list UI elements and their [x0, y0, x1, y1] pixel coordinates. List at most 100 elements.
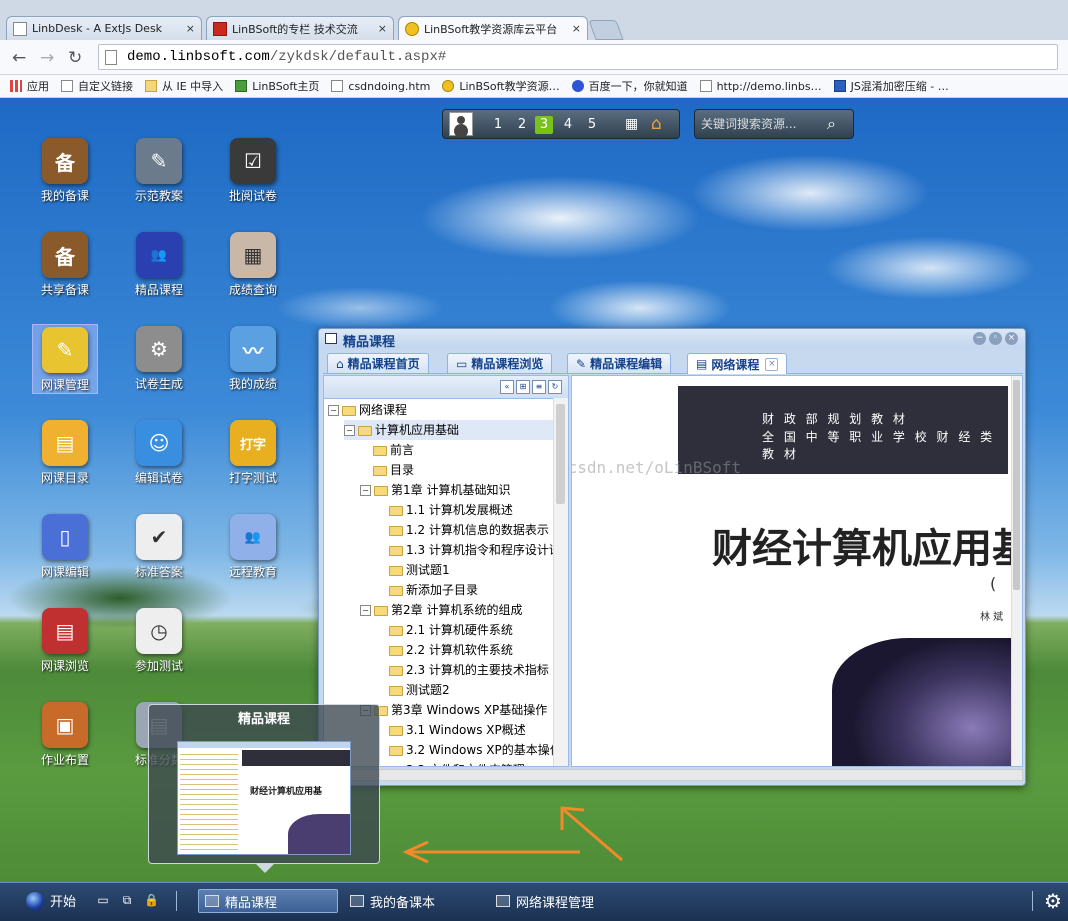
close-icon[interactable]: × — [1005, 332, 1018, 345]
tree-node[interactable]: 3.2 Windows XP的基本操作 — [376, 740, 562, 760]
tree-node[interactable]: − 第2章 计算机系统的组成 — [360, 600, 522, 620]
desktop-icon[interactable]: ▤ 网课浏览 — [32, 606, 98, 674]
tree-node[interactable]: − 网络课程 — [328, 400, 407, 420]
taskbar-preview[interactable]: 精品课程 财经计算机应用基 — [148, 704, 380, 873]
close-icon[interactable]: × — [572, 22, 581, 35]
bookmark-item[interactable]: JS混淆加密压缩 - … — [833, 78, 949, 94]
tree-node[interactable]: −第3章 Windows XP基础操作 — [360, 700, 547, 720]
bookmark-item[interactable]: 百度一下，你就知道 — [571, 78, 688, 94]
page-button-current[interactable]: 3 — [535, 116, 553, 134]
page-button[interactable]: 1 — [489, 116, 507, 134]
collapse-toggle-icon[interactable]: − — [360, 485, 371, 496]
doc-scrollbar[interactable] — [1011, 376, 1022, 766]
tree-node[interactable]: 2.3 计算机的主要技术指标 — [376, 660, 549, 680]
tree-node[interactable]: 测试题1 — [376, 560, 450, 580]
browser-tab-active[interactable]: LinBSoft教学资源库云平台 × — [398, 16, 588, 40]
lock-icon[interactable]: 🔒 — [144, 893, 159, 907]
scroll-thumb[interactable] — [1013, 380, 1020, 590]
tree-node[interactable]: 目录 — [360, 460, 414, 480]
collapse-toggle-icon[interactable]: − — [344, 425, 355, 436]
forward-arrow-icon[interactable]: → — [40, 48, 54, 68]
collapse-all-icon[interactable]: « — [500, 380, 514, 394]
desktop-icon[interactable]: ✎ 示范教案 — [126, 136, 192, 204]
home-icon[interactable]: ⌂ — [651, 114, 662, 134]
window-hscrollbar[interactable] — [323, 769, 1023, 781]
desktop-icon[interactable]: ✔ 标准答案 — [126, 512, 192, 580]
tree-node[interactable]: 前言 — [360, 440, 414, 460]
tab-course-browse[interactable]: ▭ 精品课程浏览 — [447, 353, 553, 373]
tree-node[interactable]: − 第1章 计算机基础知识 — [360, 480, 510, 500]
collapse-toggle-icon[interactable]: − — [360, 605, 371, 616]
gear-icon[interactable]: ⚙ — [1044, 889, 1062, 913]
tree-node[interactable]: 3.1 Windows XP概述 — [376, 720, 526, 740]
restore-icon[interactable]: ◦ — [989, 332, 1002, 345]
minimize-icon[interactable]: − — [973, 332, 986, 345]
page-button[interactable]: 5 — [583, 116, 601, 134]
list-icon[interactable]: ≡ — [532, 380, 546, 394]
desktop-icon[interactable]: ⚙ 试卷生成 — [126, 324, 192, 392]
task-lesson-notes[interactable]: 我的备课本 — [344, 889, 484, 913]
bookmark-item[interactable]: 自定义链接 — [61, 78, 133, 94]
close-icon[interactable]: × — [378, 22, 387, 35]
desktop-icon[interactable]: ✎ 网课管理 — [32, 324, 98, 394]
preview-thumbnail[interactable]: 财经计算机应用基 — [177, 741, 351, 855]
desktop-icon[interactable]: ☺ 编辑试卷 — [126, 418, 192, 486]
desktop-icon[interactable]: ▣ 作业布置 — [32, 700, 98, 768]
desktop-icon[interactable]: ◷ 参加测试 — [126, 606, 192, 674]
grid-view-icon[interactable]: ▦ — [625, 116, 638, 132]
windows-icon[interactable]: ⧉ — [120, 893, 134, 907]
start-button[interactable]: 开始 — [26, 891, 76, 910]
bookmark-item[interactable]: LinBSoft教学资源… — [442, 78, 560, 94]
bookmark-item[interactable]: 从 IE 中导入 — [145, 78, 223, 94]
tab-online-course[interactable]: ▤ 网络课程 × — [687, 353, 788, 374]
tree-node[interactable]: 1.3 计算机指令和程序设计语 — [376, 540, 561, 560]
close-icon[interactable]: × — [765, 357, 779, 371]
bookmark-item[interactable]: http://demo.linbs… — [699, 80, 822, 93]
desktop-icon[interactable]: 〰我的成绩 — [220, 324, 286, 392]
close-icon[interactable]: × — [186, 22, 195, 35]
task-online-course-manage[interactable]: 网络课程管理 — [490, 889, 640, 913]
tab-course-edit[interactable]: ✎ 精品课程编辑 — [567, 353, 672, 373]
desktop-icon[interactable]: 备共享备课 — [32, 230, 98, 298]
collapse-toggle-icon[interactable]: − — [328, 405, 339, 416]
desktop-icon[interactable]: ▦ 成绩查询 — [220, 230, 286, 298]
tree-node[interactable]: 测试题2 — [376, 680, 450, 700]
desktop-icon[interactable]: 👥 精品课程 — [126, 230, 192, 298]
task-course[interactable]: 精品课程 — [198, 889, 338, 913]
tree-node[interactable]: − 计算机应用基础 — [344, 420, 554, 440]
desktop-icon[interactable]: 备我的备课 — [32, 136, 98, 204]
tree-node[interactable]: 2.1 计算机硬件系统 — [376, 620, 513, 640]
tab-course-home[interactable]: ⌂ 精品课程首页 — [327, 353, 429, 373]
search-input[interactable]: 关键词搜索资源... — [701, 114, 823, 134]
refresh-icon[interactable]: ↻ — [548, 380, 562, 394]
bookmark-item[interactable]: 应用 — [10, 78, 49, 94]
tree-node[interactable]: 3.3 文件和文件夹管理 — [376, 760, 525, 766]
folder-icon — [374, 485, 388, 496]
bookmark-item[interactable]: LinBSoft主页 — [235, 78, 319, 94]
address-bar[interactable]: demo.linbsoft.com/zykdsk/default.aspx# — [98, 44, 1058, 70]
desktop-icon[interactable]: ▯ 网课编辑 — [32, 512, 98, 580]
desktop-icon[interactable]: ☑ 批阅试卷 — [220, 136, 286, 204]
desktop-icon[interactable]: 👥 远程教育 — [220, 512, 286, 580]
tree-node[interactable]: 1.1 计算机发展概述 — [376, 500, 513, 520]
tree-scrollbar[interactable] — [553, 398, 568, 766]
tree-node[interactable]: 新添加子目录 — [376, 580, 478, 600]
window-titlebar[interactable]: 精品课程 − ◦ × — [319, 329, 1025, 350]
bookmark-item[interactable]: csdndoing.htm — [331, 80, 430, 93]
page-button[interactable]: 2 — [513, 116, 531, 134]
tree-node[interactable]: 2.2 计算机软件系统 — [376, 640, 513, 660]
browser-tab[interactable]: LinbDesk - A ExtJs Desk × — [6, 16, 202, 40]
browser-tab[interactable]: LinBSoft的专栏 技术交流 × — [206, 16, 394, 40]
tree-node[interactable]: 1.2 计算机信息的数据表示 — [376, 520, 549, 540]
scroll-thumb[interactable] — [556, 404, 565, 504]
page-button[interactable]: 4 — [559, 116, 577, 134]
user-avatar-icon[interactable] — [449, 112, 473, 136]
back-arrow-icon[interactable]: ← — [12, 48, 26, 68]
expand-icon[interactable]: ⊞ — [516, 380, 530, 394]
search-icon[interactable]: ⌕ — [827, 114, 836, 134]
show-desktop-icon[interactable]: ▭ — [96, 893, 110, 907]
desktop-icon[interactable]: 打字 打字测试 — [220, 418, 286, 486]
reload-icon[interactable]: ↻ — [68, 48, 82, 68]
desktop-icon[interactable]: ▤ 网课目录 — [32, 418, 98, 486]
new-tab-button[interactable] — [588, 20, 624, 40]
